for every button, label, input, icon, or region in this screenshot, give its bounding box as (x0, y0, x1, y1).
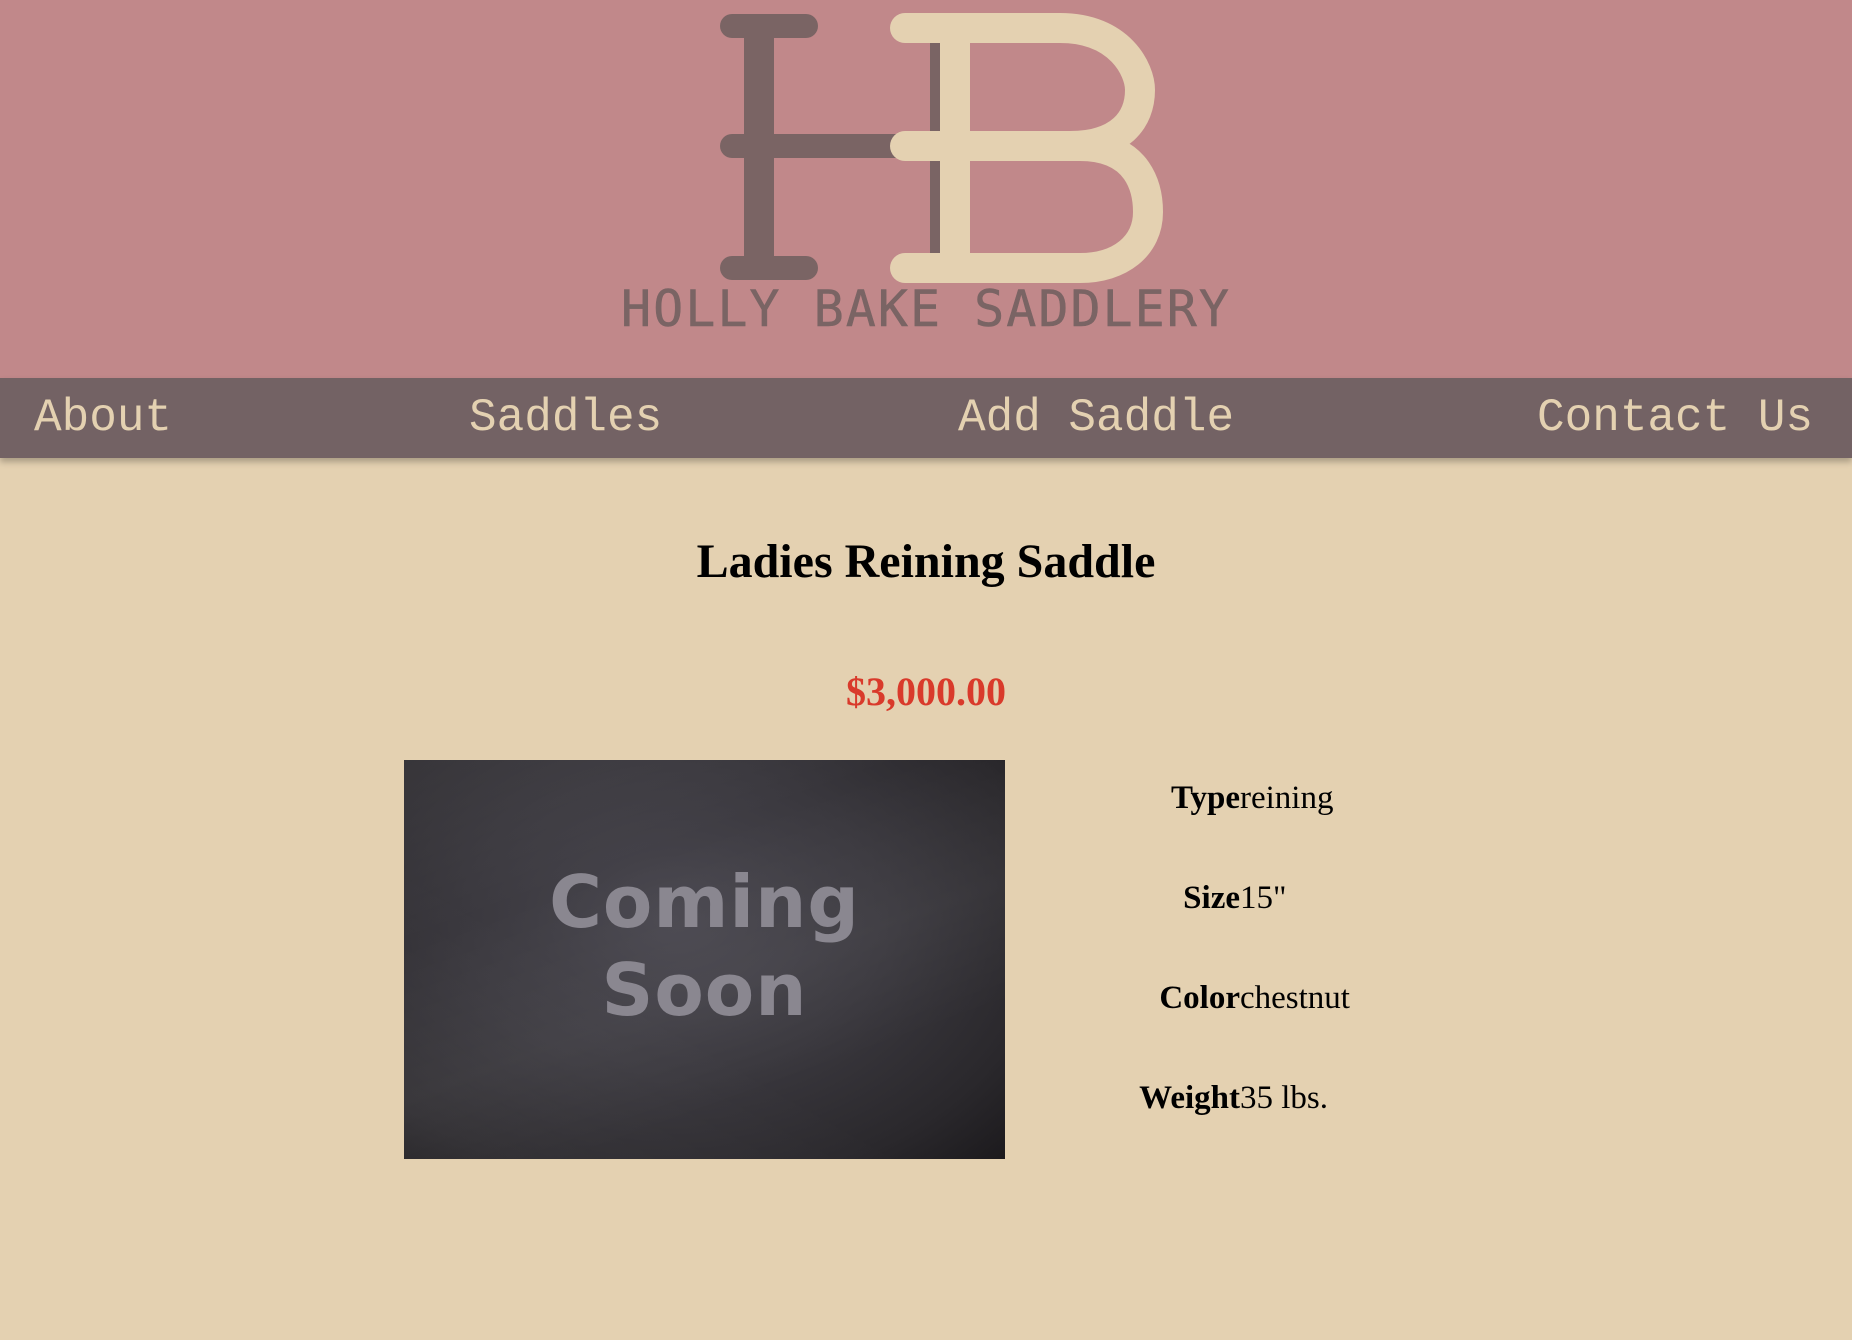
spec-label: Size (1183, 880, 1240, 916)
logo-letter-b (890, 13, 1163, 283)
coming-soon-caption: Coming Soon (549, 860, 860, 1032)
spec-row-type: Type reining (1100, 780, 1520, 880)
product-image: Coming Soon (404, 760, 1005, 1159)
spec-value: 35 lbs. (1240, 1080, 1329, 1116)
nav-about[interactable]: About (34, 378, 172, 458)
spec-value: chestnut (1240, 980, 1350, 1016)
product-price: $3,000.00 (846, 669, 1006, 714)
product-title: Ladies Reining Saddle (696, 535, 1156, 588)
nav-add-saddle[interactable]: Add Saddle (958, 378, 1234, 458)
spec-value: 15" (1240, 880, 1287, 916)
logo-wordmark: HOLLY BAKE SADDLERY (621, 280, 1231, 339)
spec-label: Type (1170, 780, 1240, 816)
spec-row-size: Size 15" (1100, 880, 1520, 980)
spec-label: Color (1159, 980, 1240, 1016)
spec-row-weight: Weight 35 lbs. (1100, 1080, 1520, 1180)
spec-value: reining (1240, 780, 1334, 816)
spec-row-color: Color chestnut (1100, 980, 1520, 1080)
spec-label: Weight (1139, 1080, 1240, 1116)
product-specs: Type reining Size 15" Color chestnut Wei… (1100, 780, 1520, 1180)
nav-saddles[interactable]: Saddles (469, 378, 662, 458)
nav-contact-us[interactable]: Contact Us (1537, 378, 1813, 458)
site-header: HOLLY BAKE SADDLERY (0, 0, 1852, 378)
main-nav: About Saddles Add Saddle Contact Us (0, 378, 1852, 458)
